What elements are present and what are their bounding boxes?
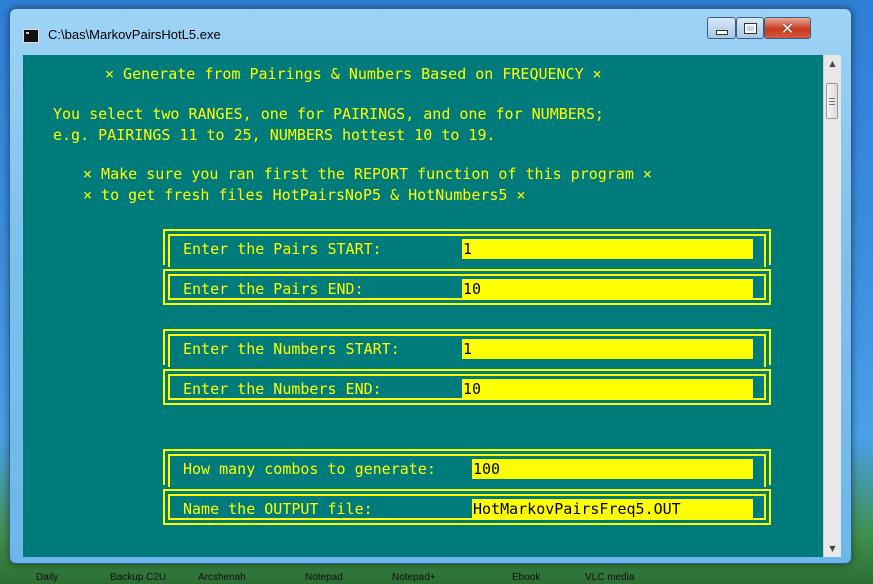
numbers-start-input[interactable]: 1 — [462, 339, 753, 359]
scroll-up-arrow-icon[interactable]: ▲ — [824, 55, 841, 72]
desktop-label[interactable]: Arcshenah — [198, 572, 246, 583]
desktop-label[interactable]: Daily — [36, 572, 58, 583]
desktop-icon-labels: Daily Backup C2U Arcshenah Notepad Notep… — [0, 572, 873, 584]
vertical-scrollbar[interactable]: ▲ ▼ — [823, 55, 841, 557]
title-bar[interactable]: C:\bas\MarkovPairsHotL5.exe ✕ — [10, 9, 851, 53]
grip-line — [829, 98, 835, 99]
output-file-box: Name the OUTPUT file: HotMarkovPairsFreq… — [163, 489, 771, 525]
maximize-icon — [744, 23, 756, 33]
desktop-label[interactable]: VLC media — [585, 572, 634, 583]
scroll-down-arrow-icon[interactable]: ▼ — [824, 540, 841, 557]
output-file-label: Name the OUTPUT file: — [183, 500, 373, 518]
minimize-icon — [715, 29, 728, 35]
scrollbar-thumb[interactable] — [826, 83, 838, 119]
pairs-start-label: Enter the Pairs START: — [183, 240, 382, 258]
numbers-start-label: Enter the Numbers START: — [183, 340, 400, 358]
minimize-button[interactable] — [707, 17, 736, 39]
pairs-end-box: Enter the Pairs END: 10 — [163, 269, 771, 305]
console-area[interactable]: × Generate from Pairings & Numbers Based… — [23, 55, 823, 557]
grip-line — [829, 104, 835, 105]
close-icon: ✕ — [780, 18, 795, 38]
numbers-end-box: Enter the Numbers END: 10 — [163, 369, 771, 405]
note-line-2: × to get fresh files HotPairsNoP5 & HotN… — [83, 186, 526, 204]
pairs-start-input[interactable]: 1 — [462, 239, 753, 259]
desktop-label[interactable]: Ebook — [512, 572, 540, 583]
console-window: C:\bas\MarkovPairsHotL5.exe ✕ × Generate… — [9, 8, 852, 564]
desktop-label[interactable]: Notepad — [305, 572, 343, 583]
grip-line — [829, 101, 835, 102]
maximize-button[interactable] — [736, 17, 764, 39]
close-button[interactable]: ✕ — [764, 17, 811, 39]
numbers-end-input[interactable]: 10 — [462, 379, 753, 399]
pairs-start-box: Enter the Pairs START: 1 — [163, 229, 771, 267]
desktop-label[interactable]: Backup C2U — [110, 572, 166, 583]
pairs-end-label: Enter the Pairs END: — [183, 280, 364, 298]
output-file-input[interactable]: HotMarkovPairsFreq5.OUT — [472, 499, 753, 519]
combos-label: How many combos to generate: — [183, 460, 436, 478]
pairs-end-input[interactable]: 10 — [462, 279, 753, 299]
intro-line-2: e.g. PAIRINGS 11 to 25, NUMBERS hottest … — [53, 126, 496, 144]
numbers-start-box: Enter the Numbers START: 1 — [163, 329, 771, 367]
desktop-label[interactable]: Notepad+ — [392, 572, 436, 583]
window-title: C:\bas\MarkovPairsHotL5.exe — [48, 27, 221, 42]
console-header: × Generate from Pairings & Numbers Based… — [105, 65, 602, 83]
combos-box: How many combos to generate: 100 — [163, 449, 771, 487]
note-line-1: × Make sure you ran first the REPORT fun… — [83, 165, 652, 183]
combos-input[interactable]: 100 — [472, 459, 753, 479]
intro-line-1: You select two RANGES, one for PAIRINGS,… — [53, 105, 604, 123]
numbers-end-label: Enter the Numbers END: — [183, 380, 382, 398]
console-app-icon[interactable] — [23, 29, 39, 43]
